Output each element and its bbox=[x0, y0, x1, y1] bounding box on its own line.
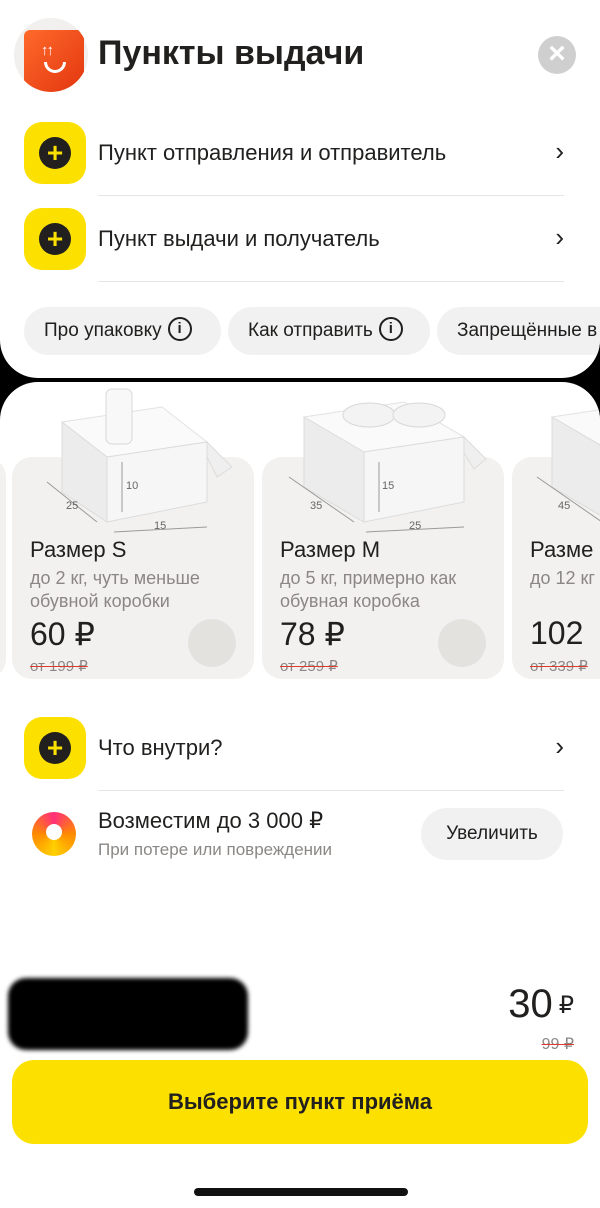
chip-packaging[interactable]: Про упаковку i bbox=[24, 307, 221, 355]
size-old-price: от 339 ₽ bbox=[530, 658, 588, 675]
size-card-m[interactable]: 15 35 25 Размер M до 5 кг, примерно как … bbox=[262, 401, 504, 679]
dim-width: 15 bbox=[154, 520, 166, 532]
dim-height: 10 bbox=[126, 480, 138, 492]
box-small-icon: 10 25 15 bbox=[46, 388, 233, 533]
total-amount: 30 bbox=[508, 982, 553, 1026]
increase-coverage-button[interactable]: Увеличить bbox=[421, 808, 563, 860]
insurance-title: Возместим до 3 000 ₽ bbox=[98, 808, 324, 833]
contents-label: Что внутри? bbox=[98, 735, 223, 760]
chip-prohibited[interactable]: Запрещённые в bbox=[437, 307, 600, 355]
size-select-radio[interactable] bbox=[188, 619, 236, 667]
add-contents-button[interactable]: + bbox=[24, 717, 86, 779]
close-icon[interactable]: × bbox=[538, 36, 576, 74]
add-sender-button[interactable]: + bbox=[24, 122, 86, 184]
choose-pickup-point-button[interactable]: Выберите пункт приёма bbox=[12, 1060, 588, 1144]
chip-label: Как отправить bbox=[248, 320, 373, 341]
total-currency: ₽ bbox=[558, 992, 574, 1019]
size-description: до 2 кг, чуть меньше обувной коробки bbox=[30, 568, 200, 611]
box-large-icon: 45 bbox=[536, 409, 600, 522]
total-old-price: 99 ₽ bbox=[541, 1036, 574, 1053]
chip-label: Про упаковку bbox=[44, 320, 162, 341]
header: ↑↑ Пункты выдачи × bbox=[14, 18, 586, 92]
contents-row[interactable]: + Что внутри? › bbox=[24, 717, 564, 779]
chevron-right-icon: › bbox=[555, 731, 564, 761]
box-medium-icon: 15 35 25 bbox=[288, 401, 487, 533]
size-title: Размер S bbox=[30, 537, 127, 562]
size-select-radio[interactable] bbox=[438, 619, 486, 667]
size-price: 60 ₽ bbox=[30, 616, 95, 652]
info-icon: i bbox=[378, 317, 403, 342]
home-indicator[interactable] bbox=[194, 1188, 408, 1196]
plus-icon: + bbox=[39, 732, 71, 764]
size-description: до 12 кг сапог bbox=[530, 568, 600, 588]
size-card-l[interactable]: 45 Разме до 12 кг сапог 102 от 339 ₽ bbox=[512, 409, 600, 679]
size-old-price: от 199 ₽ bbox=[30, 658, 88, 675]
chip-label: Запрещённые в bbox=[457, 320, 598, 341]
divider bbox=[98, 195, 564, 196]
size-title: Разме bbox=[530, 537, 594, 562]
plus-icon: + bbox=[39, 223, 71, 255]
recipient-point-label: Пункт выдачи и получатель bbox=[98, 226, 380, 251]
chevron-right-icon: › bbox=[555, 136, 564, 166]
chevron-right-icon: › bbox=[555, 222, 564, 252]
app-logo-icon: ↑↑ bbox=[14, 18, 88, 92]
route-panel: ↑↑ Пункты выдачи × + Пункт отправления и… bbox=[0, 0, 600, 378]
dim-depth: 35 bbox=[310, 500, 322, 512]
divider bbox=[98, 281, 564, 282]
size-card-s[interactable]: 10 25 15 Размер S до 2 кг, чуть меньше о… bbox=[12, 388, 254, 679]
size-old-price: от 259 ₽ bbox=[280, 658, 338, 675]
size-title: Размер M bbox=[280, 537, 381, 562]
size-price: 78 ₽ bbox=[280, 616, 345, 652]
sender-point-row[interactable]: + Пункт отправления и отправитель › bbox=[24, 122, 564, 184]
divider bbox=[98, 790, 564, 791]
size-card-prev bbox=[0, 457, 6, 679]
plus-icon: + bbox=[39, 137, 71, 169]
dim-height: 15 bbox=[382, 480, 394, 492]
info-chips: Про упаковку i Как отправить i Запрещённые… bbox=[24, 307, 600, 355]
info-icon: i bbox=[167, 317, 192, 342]
recipient-point-row[interactable]: + Пункт выдачи и получатель › bbox=[24, 208, 564, 270]
total-price: 30 ₽ bbox=[508, 982, 574, 1027]
page-title: Пункты выдачи bbox=[98, 34, 365, 72]
sender-point-label: Пункт отправления и отправитель bbox=[98, 140, 447, 165]
dim-depth: 25 bbox=[66, 500, 78, 512]
parcel-panel: 10 25 15 Размер S до 2 кг, чуть меньше о… bbox=[0, 382, 600, 1208]
dim-depth: 45 bbox=[558, 500, 570, 512]
dim-width: 25 bbox=[409, 520, 421, 532]
insurance-icon bbox=[32, 812, 76, 856]
chip-how-to-send[interactable]: Как отправить i bbox=[228, 307, 430, 355]
size-description: до 5 кг, примерно как обувная коробка bbox=[280, 568, 457, 611]
size-price: 102 bbox=[530, 615, 584, 651]
insurance-subtitle: При потере или повреждении bbox=[98, 840, 333, 859]
redacted-block bbox=[8, 978, 248, 1050]
add-recipient-button[interactable]: + bbox=[24, 208, 86, 270]
